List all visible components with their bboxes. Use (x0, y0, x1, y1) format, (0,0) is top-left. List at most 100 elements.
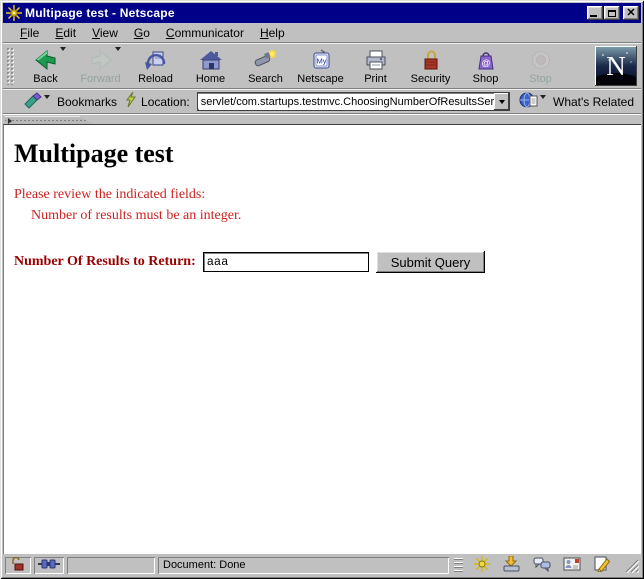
minimize-button[interactable] (587, 6, 603, 20)
title-bar[interactable]: Multipage test - Netscape ✕ (3, 3, 641, 23)
menu-go[interactable]: Go (126, 24, 158, 42)
close-button[interactable]: ✕ (623, 6, 639, 20)
results-form: Number Of Results to Return: Submit Quer… (14, 251, 641, 273)
netscape-label: Netscape (297, 73, 343, 85)
connection-status-panel (34, 557, 64, 574)
svg-text:N: N (606, 51, 626, 81)
stop-label: Stop (529, 73, 552, 85)
url-input[interactable] (198, 94, 494, 109)
security-status-panel[interactable] (5, 557, 31, 574)
security-label: Security (411, 73, 451, 85)
search-button[interactable]: Search (238, 45, 293, 87)
security-button[interactable]: Security (403, 45, 458, 87)
page-heading: Multipage test (14, 139, 641, 169)
chevron-down-icon (499, 100, 505, 104)
window-title: Multipage test - Netscape (25, 6, 586, 20)
stop-icon (529, 47, 553, 73)
svg-text:My: My (316, 57, 326, 66)
location-label: Location: (141, 95, 190, 109)
toolbar-grip[interactable] (6, 47, 15, 85)
print-button[interactable]: Print (348, 45, 403, 87)
shop-button[interactable]: @ Shop (458, 45, 513, 87)
collapsed-toolbar-tab[interactable] (5, 116, 93, 124)
document-status-panel: Document: Done (158, 557, 449, 574)
my-netscape-icon: My (309, 47, 333, 73)
page-content: Multipage test Please review the indicat… (3, 124, 641, 554)
back-button[interactable]: Back (18, 45, 73, 87)
bookmarks-button[interactable]: Bookmarks (19, 91, 121, 113)
expand-arrow-icon (8, 118, 12, 124)
search-label: Search (248, 73, 283, 85)
location-label-group: Location: (121, 91, 194, 112)
toolbar-tab-strip (3, 114, 641, 124)
home-icon (199, 47, 223, 73)
netscape-window: Multipage test - Netscape ✕ File Edit Vi… (0, 0, 644, 579)
progress-bar (67, 557, 155, 574)
component-bar (452, 557, 618, 574)
menu-file[interactable]: File (12, 24, 47, 42)
minimize-icon (590, 15, 597, 17)
forward-arrow-icon (88, 47, 114, 73)
url-field (197, 92, 510, 111)
open-lock-icon (11, 557, 26, 574)
menu-communicator[interactable]: Communicator (158, 24, 252, 42)
menu-help[interactable]: Help (252, 24, 293, 42)
back-arrow-icon (33, 47, 59, 73)
whats-related-button[interactable]: What's Related (515, 90, 638, 113)
back-label: Back (33, 73, 57, 85)
whats-related-label: What's Related (553, 95, 634, 109)
shop-label: Shop (473, 73, 499, 85)
whats-related-globe-icon (519, 91, 539, 112)
print-icon (364, 47, 388, 73)
error-intro: Please review the indicated fields: (14, 187, 641, 203)
inbox-button[interactable] (498, 557, 526, 574)
location-bar: Bookmarks Location: (3, 89, 641, 114)
number-of-results-input[interactable] (203, 252, 369, 272)
discussions-icon (533, 556, 551, 575)
bookmarks-label: Bookmarks (57, 95, 117, 109)
discussions-button[interactable] (528, 557, 556, 574)
reload-icon (144, 47, 168, 73)
document-status-text: Document: Done (163, 559, 246, 571)
forward-dropdown-icon[interactable] (115, 47, 121, 51)
url-dropdown-button[interactable] (494, 93, 509, 110)
composer-icon (593, 556, 611, 575)
lightning-bolt-icon (125, 92, 137, 111)
whats-related-dropdown-icon[interactable] (540, 95, 546, 99)
inbox-icon (503, 556, 521, 575)
netscape-logo[interactable]: N (595, 46, 637, 86)
menu-view[interactable]: View (84, 24, 126, 42)
home-label: Home (196, 73, 225, 85)
window-resize-grip[interactable] (623, 557, 639, 573)
composer-button[interactable] (588, 557, 616, 574)
home-button[interactable]: Home (183, 45, 238, 87)
svg-text:@: @ (481, 58, 490, 68)
reload-label: Reload (138, 73, 173, 85)
bookmark-icon (23, 92, 43, 112)
submit-query-button[interactable]: Submit Query (376, 251, 485, 273)
maximize-button[interactable] (604, 6, 620, 20)
address-book-button[interactable] (558, 557, 586, 574)
number-of-results-label: Number Of Results to Return: (14, 254, 196, 270)
security-lock-icon (419, 47, 443, 73)
search-flashlight-icon (253, 47, 279, 73)
plug-icon (38, 558, 60, 573)
reload-button[interactable]: Reload (128, 45, 183, 87)
forward-button[interactable]: Forward (73, 45, 128, 87)
navigation-toolbar: Back Forward Reload (3, 43, 641, 89)
shop-bag-icon: @ (474, 47, 498, 73)
back-dropdown-icon[interactable] (60, 47, 66, 51)
maximize-icon (608, 10, 616, 17)
netscape-my-button[interactable]: My Netscape (293, 45, 348, 87)
status-bar: Document: Done (3, 554, 641, 576)
address-book-icon (563, 556, 581, 575)
bookmarks-dropdown-icon[interactable] (44, 95, 50, 99)
print-label: Print (364, 73, 387, 85)
stop-button[interactable]: Stop (513, 45, 568, 87)
forward-label: Forward (80, 73, 120, 85)
navigator-button[interactable] (468, 557, 496, 574)
menu-bar: File Edit View Go Communicator Help (3, 23, 641, 43)
close-icon: ✕ (626, 8, 635, 18)
component-bar-grip[interactable] (454, 558, 463, 573)
menu-edit[interactable]: Edit (47, 24, 84, 42)
